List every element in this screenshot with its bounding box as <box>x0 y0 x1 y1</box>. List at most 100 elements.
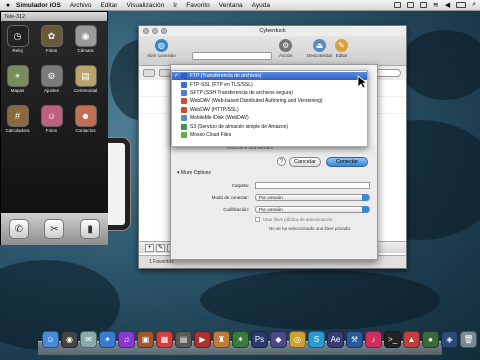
itunes-icon[interactable]: ♫ <box>118 331 135 348</box>
edit-button[interactable]: ✎ Editar <box>335 39 348 58</box>
safari-icon[interactable]: ✦ <box>99 331 116 348</box>
folder-input[interactable] <box>255 182 370 189</box>
app-cartoon[interactable]: ☺ Fotos <box>39 105 64 133</box>
cyberduck-toolbar: ◍ Abrir conexión ⚙ Acción ⏏ Desconectar … <box>139 36 406 66</box>
add-bookmark-button[interactable]: + <box>145 243 154 252</box>
trash-icon[interactable]: 🗑 <box>460 331 477 348</box>
protocol-icon <box>181 106 187 113</box>
protocol-option[interactable]: SFTP (SSH Transferencia de archivos segu… <box>172 89 367 97</box>
disconnect-button[interactable]: ⏏ Desconectar <box>307 39 332 58</box>
menu-help[interactable]: Ayuda <box>252 2 270 9</box>
protocol-option[interactable]: MobileMe iDisk (WebDAV) <box>172 114 367 122</box>
star-icon[interactable]: ✶ <box>232 331 249 348</box>
app4-icon[interactable]: ◈ <box>441 331 458 348</box>
menu-edit[interactable]: Editar <box>100 2 117 9</box>
menu-favorites[interactable]: Favorito <box>186 2 209 9</box>
protocol-option[interactable]: Mosso Cloud Files <box>172 131 367 139</box>
protocol-label: Mosso Cloud Files <box>190 131 232 138</box>
app-contacts[interactable]: ☻ Contactos <box>73 105 98 133</box>
public-key-checkbox[interactable]: Usar llave pública de autenticación <box>255 217 333 223</box>
finder-icon[interactable]: ☺ <box>42 331 59 348</box>
app-label: Mapas <box>10 88 25 93</box>
close-icon[interactable] <box>143 28 149 34</box>
skype-icon[interactable]: S <box>308 331 325 348</box>
app3-icon[interactable]: ● <box>422 331 439 348</box>
settings-icon: ⚙ <box>40 65 63 87</box>
app-camera[interactable]: ◉ Cámara <box>73 25 98 53</box>
ical-icon[interactable]: ▦ <box>156 331 173 348</box>
app-calculator[interactable]: # Calculadora <box>5 105 30 133</box>
connect-mode-label: Modo de conectar: <box>211 195 249 200</box>
disconnect-icon: ⏏ <box>313 39 327 52</box>
status-icon-3[interactable] <box>419 2 427 8</box>
preview-icon[interactable]: ▤ <box>175 331 192 348</box>
mail-icon[interactable]: ✉ <box>80 331 97 348</box>
help-button[interactable]: ? <box>277 157 286 166</box>
action-button[interactable]: ⚙ Acción <box>279 39 293 58</box>
volume-icon[interactable]: ◀ <box>445 1 450 9</box>
encoding-select[interactable]: Por omisión <box>255 206 370 213</box>
menu-window[interactable]: Ventana <box>219 2 243 9</box>
menu-file[interactable]: Archivo <box>70 2 92 9</box>
aftereffects-icon[interactable]: Ae <box>327 331 344 348</box>
app-label: Contactos <box>75 128 96 133</box>
battery-icon[interactable] <box>456 2 467 8</box>
encoding-label: Codificación: <box>223 207 249 212</box>
chevron-down-icon <box>362 194 369 201</box>
protocol-icon <box>181 115 187 122</box>
globe-icon: ◍ <box>154 39 168 52</box>
dashboard-icon[interactable]: ◉ <box>61 331 78 348</box>
xcode-icon[interactable]: ⚒ <box>346 331 363 348</box>
spotlight-icon[interactable]: ⌕ <box>472 1 476 9</box>
more-options-toggle[interactable]: ▾ More Options <box>177 170 211 176</box>
phone-icon[interactable]: ✆ <box>8 219 29 239</box>
zoom-icon[interactable] <box>161 28 167 34</box>
app-settings[interactable]: ⚙ Ajustes <box>39 65 64 93</box>
app-icon[interactable]: ◆ <box>270 331 287 348</box>
protocol-option[interactable]: WebDAV (HTTP/SSL) <box>172 106 367 114</box>
protocol-option[interactable]: WebDAV (Web-based Distributed Authoring … <box>172 97 367 105</box>
tools-icon[interactable]: ✂ <box>44 219 65 239</box>
menu-app-name[interactable]: Simulador iOS <box>16 2 61 9</box>
simulator-titlebar: Tele-312 <box>1 12 107 21</box>
app2-icon[interactable]: ▲ <box>403 331 420 348</box>
gear-icon: ⚙ <box>279 39 293 52</box>
apple-menu-icon[interactable]: ● <box>0 2 16 9</box>
public-key-label: Usar llave pública de autenticación <box>263 217 333 222</box>
protocol-option[interactable]: FTP-SSL (FTP en TLS/SSL) <box>172 80 367 88</box>
menu-bar: ● Simulador iOS Archivo Editar Visualiza… <box>0 0 480 11</box>
minimize-icon[interactable] <box>152 28 158 34</box>
wifi-icon[interactable]: ≋ <box>433 1 439 9</box>
app-label: Calculadora <box>5 128 30 133</box>
ipod-icon[interactable]: ▮ <box>80 219 101 239</box>
chrome-icon[interactable]: ◎ <box>289 331 306 348</box>
itunes2-icon[interactable]: ♪ <box>365 331 382 348</box>
quick-connect-input[interactable] <box>192 52 272 60</box>
app-clock[interactable]: ◷ Reloj <box>5 25 30 53</box>
game-icon[interactable]: ♜ <box>213 331 230 348</box>
connect-mode-select[interactable]: Por omisión <box>255 194 370 201</box>
app-map[interactable]: ⌖ Mapas <box>5 65 30 93</box>
cancel-button[interactable]: Cancelar <box>289 157 321 167</box>
video-icon[interactable]: ▶ <box>194 331 211 348</box>
app-photos[interactable]: ✿ Fotos <box>39 25 64 53</box>
photoshop-icon[interactable]: Ps <box>251 331 268 348</box>
status-icon-2[interactable] <box>406 2 414 8</box>
protocol-icon <box>181 98 187 105</box>
connect-button[interactable]: Conectar <box>326 157 368 167</box>
menu-view[interactable]: Visualización <box>126 2 164 9</box>
map-icon: ⌖ <box>6 65 29 87</box>
tab-browser[interactable] <box>143 68 155 77</box>
open-connection-button[interactable]: ◍ Abrir conexión <box>147 39 176 58</box>
protocol-option[interactable]: S3 (Servicio de almacén simple de Amazon… <box>172 122 367 130</box>
app-label: Ajustes <box>44 88 59 93</box>
edit-bookmark-button[interactable]: ✎ <box>156 243 165 252</box>
menu-go[interactable]: Ir <box>173 2 177 9</box>
status-icon-1[interactable] <box>393 2 401 8</box>
protocol-option[interactable]: ✓ FTP (Transferencia de archivos) <box>172 72 367 81</box>
photo-icon[interactable]: ▣ <box>137 331 154 348</box>
protocol-icon <box>181 123 187 130</box>
terminal-icon[interactable]: >_ <box>384 331 401 348</box>
protocol-label: FTP-SSL (FTP en TLS/SSL) <box>190 81 253 88</box>
app-calendar[interactable]: ▤ Ceremonial <box>73 65 98 93</box>
